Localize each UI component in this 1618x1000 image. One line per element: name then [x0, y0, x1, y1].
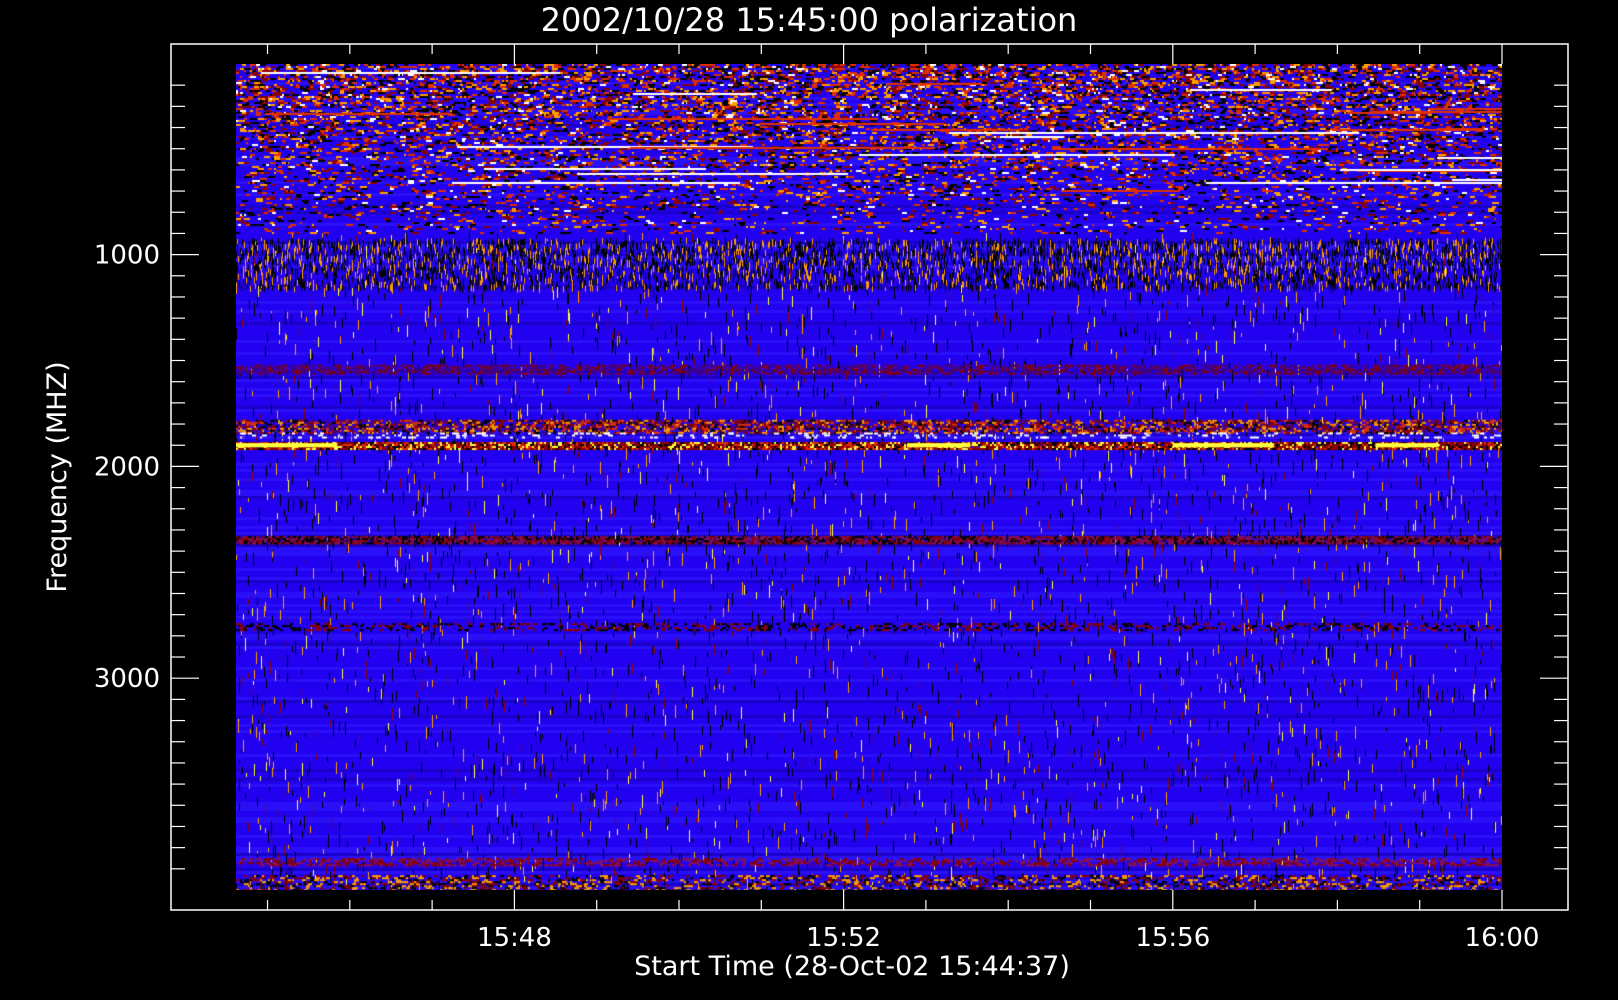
y-tick-label: 3000 [94, 664, 160, 694]
heatmap-raster [236, 64, 1502, 890]
y-axis-label: Frequency (MHZ) [42, 361, 73, 592]
spectrogram-chart: 2002/10/28 15:45:00 polarization 15:48 15… [0, 0, 1618, 1000]
chart-title: 2002/10/28 15:45:00 polarization [541, 1, 1078, 39]
x-tick-label: 16:00 [1465, 923, 1540, 953]
y-tick-label: 2000 [94, 452, 160, 482]
x-axis-label: Start Time (28-Oct-02 15:44:37) [634, 951, 1070, 982]
x-tick-label: 15:52 [806, 923, 881, 953]
y-tick-label: 1000 [94, 241, 160, 271]
x-tick-label: 15:48 [477, 923, 552, 953]
heatmap-image [236, 64, 1502, 890]
x-tick-label: 15:56 [1135, 923, 1210, 953]
